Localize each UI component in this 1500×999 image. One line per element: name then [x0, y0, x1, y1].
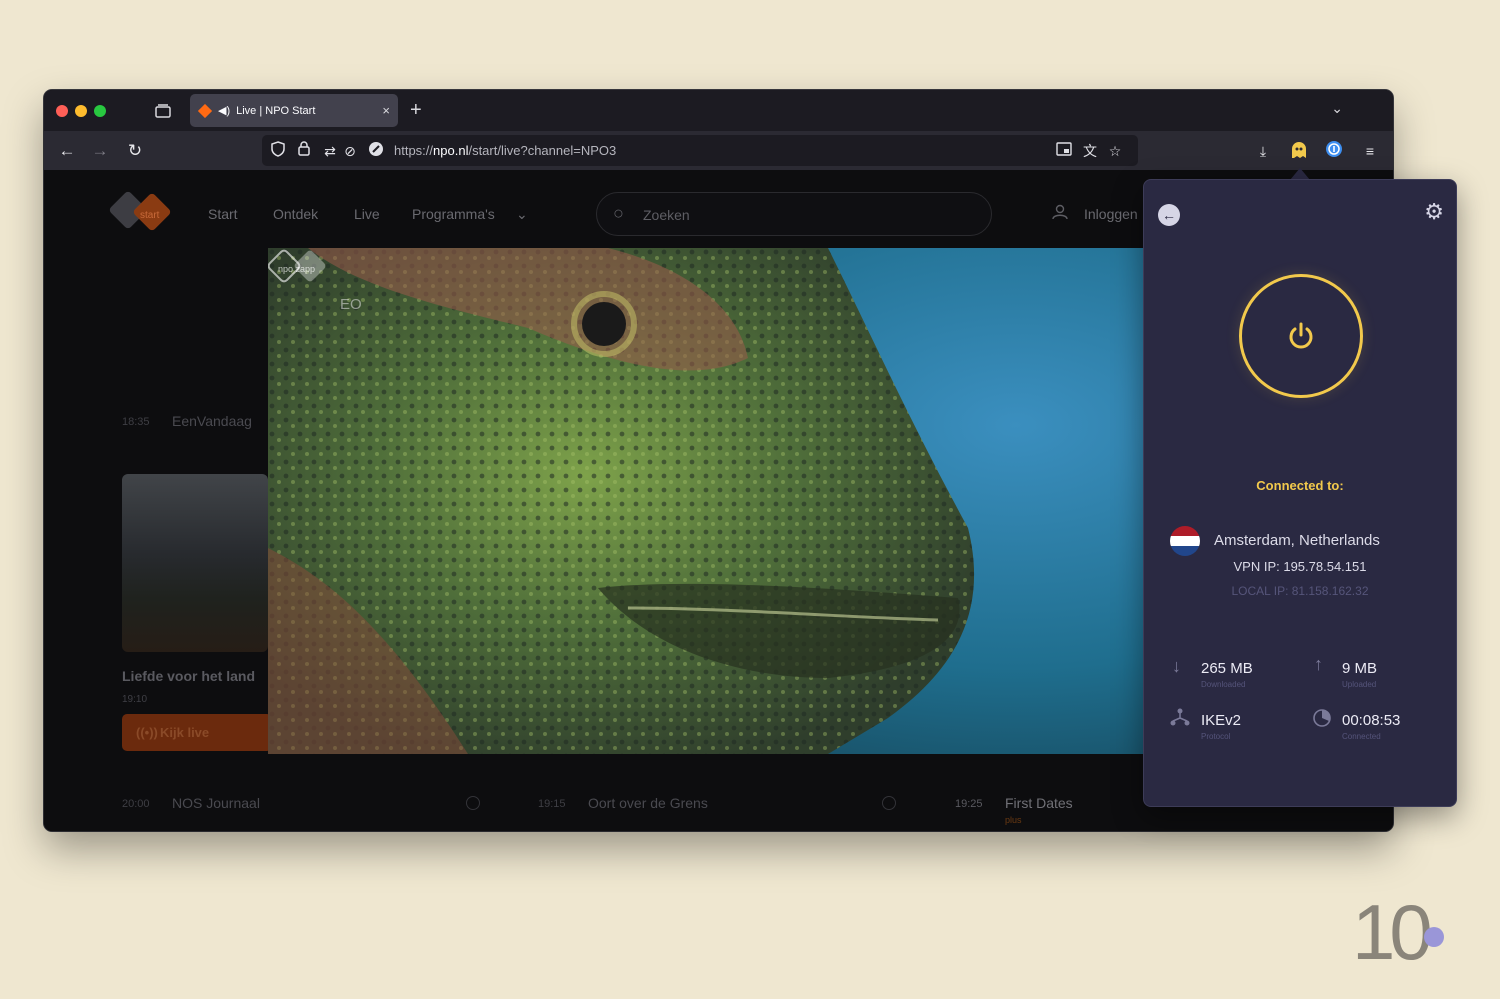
tab-list-icon[interactable]: [152, 101, 174, 121]
cyberghost-extension-icon[interactable]: [1288, 140, 1310, 162]
uploaded-label: Uploaded: [1342, 680, 1377, 689]
channel-logo: EO: [340, 296, 362, 313]
tab-bar: ◀) Live | NPO Start × + ⌄: [44, 90, 1393, 131]
permissions-icon[interactable]: ⇄: [320, 141, 340, 161]
connected-time-label: Connected: [1342, 732, 1381, 741]
search-placeholder: Zoeken: [643, 207, 690, 223]
npo-zapp-watermark-icon: npo zapp: [268, 249, 326, 283]
chevron-down-icon[interactable]: ⌄: [1331, 100, 1343, 117]
clock-icon: [1312, 708, 1332, 733]
url-host: npo.nl: [433, 143, 469, 158]
schedule-title[interactable]: First Dates: [1005, 795, 1073, 811]
downloaded-label: Downloaded: [1201, 680, 1246, 689]
program-time: 19:10: [122, 694, 148, 705]
connected-time-value: 00:08:53: [1342, 712, 1401, 729]
schedule-title[interactable]: NOS Journaal: [172, 795, 260, 811]
site-favicon-icon: [366, 141, 386, 161]
npo-logo-text: start: [140, 210, 160, 221]
video-frame: [268, 248, 1148, 754]
watermark-text: npo zapp: [278, 264, 315, 274]
speaker-icon[interactable]: ◀): [218, 104, 230, 117]
back-arrow-icon[interactable]: ←: [1158, 204, 1180, 226]
tab-npo-live[interactable]: ◀) Live | NPO Start ×: [190, 94, 398, 127]
gear-icon[interactable]: ⚙: [1424, 200, 1444, 224]
brand-10-logo: 10: [1352, 893, 1444, 965]
brand-10-text: 10: [1352, 893, 1430, 965]
nav-bar: ← → ↻ ⇄ ⊘ https://npo.nl/start/live?chan…: [44, 131, 1393, 170]
npo-search-input[interactable]: ○ Zoeken: [596, 192, 992, 236]
watch-live-button[interactable]: ((•)) Kijk live: [122, 714, 272, 751]
npo-start-logo[interactable]: start: [106, 190, 178, 240]
downloads-icon[interactable]: ⤓: [1252, 140, 1274, 162]
maximize-window-button[interactable]: [94, 105, 106, 117]
upload-arrow-icon: ↑: [1314, 654, 1323, 674]
vpn-ip: VPN IP: 195.78.54.151: [1233, 559, 1367, 574]
url-scheme: https://: [394, 143, 434, 158]
user-icon[interactable]: [1052, 204, 1068, 225]
url-bar[interactable]: ⇄ ⊘ https://npo.nl/start/live?channel=NP…: [262, 135, 1138, 166]
power-icon: [1289, 322, 1313, 349]
schedule-time: 18:35: [122, 416, 150, 428]
picture-in-picture-icon[interactable]: [1054, 141, 1074, 161]
video-player[interactable]: EO npo zapp: [268, 248, 1148, 754]
protocol-label: Protocol: [1201, 732, 1231, 741]
power-button[interactable]: [1239, 274, 1363, 398]
connected-label: Connected to:: [1256, 478, 1344, 493]
password-manager-icon[interactable]: [1323, 140, 1345, 162]
local-ip: LOCAL IP: 81.158.162.32: [1231, 584, 1369, 598]
vpn-popup: ← ⚙ Connected to: Amsterdam, Netherlands…: [1143, 179, 1457, 807]
new-tab-button[interactable]: +: [410, 99, 422, 121]
protocol-value: IKEv2: [1201, 712, 1242, 729]
download-arrow-icon: ↓: [1172, 656, 1181, 676]
schedule-time: 20:00: [122, 798, 150, 810]
forward-arrow-icon[interactable]: →: [89, 140, 111, 162]
schedule-sub: plus: [1005, 815, 1022, 825]
watch-live-label: Kijk live: [160, 725, 210, 740]
npo-nav-live[interactable]: Live: [354, 206, 380, 222]
menu-icon[interactable]: ≡: [1359, 140, 1381, 162]
schedule-title[interactable]: EenVandaag: [172, 413, 252, 429]
info-icon[interactable]: [466, 796, 480, 810]
npo-favicon-icon: [198, 103, 212, 118]
program-thumbnail[interactable]: [122, 474, 268, 652]
npo-nav-programmas[interactable]: Programma's: [412, 206, 495, 222]
npo-nav-ontdek[interactable]: Ontdek: [273, 206, 318, 222]
url-text[interactable]: https://npo.nl/start/live?channel=NPO3: [394, 143, 616, 158]
program-title[interactable]: Liefde voor het land: [122, 668, 268, 684]
netherlands-flag-icon: [1170, 526, 1200, 556]
lock-icon[interactable]: [294, 141, 314, 161]
close-window-button[interactable]: [56, 105, 68, 117]
search-icon: ○: [613, 203, 624, 223]
translate-icon[interactable]: 文: [1080, 141, 1100, 161]
reload-icon[interactable]: ↻: [124, 140, 146, 162]
downloaded-value: 265 MB: [1201, 660, 1253, 677]
tab-title: Live | NPO Start: [236, 104, 316, 117]
info-icon[interactable]: [882, 796, 896, 810]
bookmark-star-icon[interactable]: ☆: [1105, 141, 1125, 161]
back-arrow-icon[interactable]: ←: [56, 140, 78, 162]
close-tab-icon[interactable]: ×: [382, 103, 390, 118]
protocol-icon: [1170, 708, 1190, 731]
server-location[interactable]: Amsterdam, Netherlands: [1214, 532, 1380, 549]
url-path: /start/live?channel=NPO3: [468, 143, 617, 158]
schedule-time: 19:25: [955, 798, 983, 810]
tracking-blocked-icon[interactable]: ⊘: [340, 141, 360, 161]
shield-icon[interactable]: [268, 141, 288, 161]
login-link[interactable]: Inloggen: [1084, 206, 1138, 222]
schedule-time: 19:15: [538, 798, 566, 810]
uploaded-value: 9 MB: [1342, 660, 1378, 677]
broadcast-icon: ((•)): [136, 725, 158, 740]
minimize-window-button[interactable]: [75, 105, 87, 117]
chevron-down-icon[interactable]: ⌄: [516, 206, 528, 223]
schedule-title[interactable]: Oort over de Grens: [588, 795, 708, 811]
npo-nav-start[interactable]: Start: [208, 206, 238, 222]
